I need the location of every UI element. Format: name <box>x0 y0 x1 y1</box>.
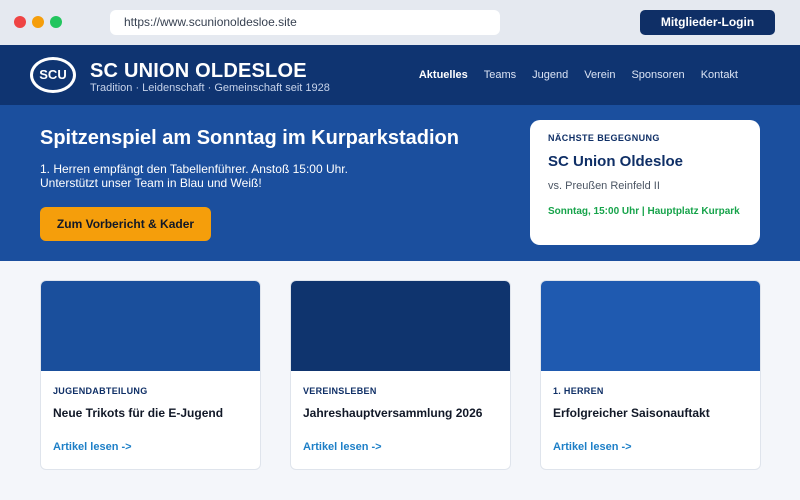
member-login-button[interactable]: Mitglieder-Login <box>640 10 775 35</box>
home-team: SC Union Oldesloe <box>548 153 684 170</box>
preview-squad-button[interactable]: Zum Vorbericht & Kader <box>40 207 211 241</box>
nav-item-jugend[interactable]: Jugend <box>532 69 568 81</box>
hero-banner: Spitzenspiel am Sonntag im Kurparkstadio… <box>0 105 800 261</box>
nav-item-aktuelles[interactable]: Aktuelles <box>419 69 468 81</box>
nav-item-teams[interactable]: Teams <box>484 69 516 81</box>
article-title[interactable]: Erfolgreicher Saisonauftakt <box>553 406 710 420</box>
match-time-venue: Sonntag, 15:00 Uhr | Hauptplatz Kurpark <box>548 206 740 217</box>
nav-item-sponsoren[interactable]: Sponsoren <box>631 69 684 81</box>
article-image <box>41 281 260 371</box>
article-category: VEREINSLEBEN <box>303 386 377 396</box>
next-match-label: NÄCHSTE BEGEGNUNG <box>548 133 660 143</box>
minimize-window-dot[interactable] <box>32 16 44 28</box>
read-article-link[interactable]: Artikel lesen -> <box>303 441 382 453</box>
article-image <box>291 281 510 371</box>
article-card: JUGENDABTEILUNG Neue Trikots für die E-J… <box>40 280 261 470</box>
next-match-card: NÄCHSTE BEGEGNUNG SC Union Oldesloe vs. … <box>530 120 760 245</box>
club-name: SC UNION OLDESLOE <box>90 60 307 82</box>
hero-text-line: 1. Herren empfängt den Tabellenführer. A… <box>40 162 348 176</box>
article-category: JUGENDABTEILUNG <box>53 386 148 396</box>
club-tagline: Tradition · Leidenschaft · Gemeinschaft … <box>90 82 330 94</box>
url-bar[interactable]: https://www.scunionoldesloe.site <box>110 10 500 35</box>
browser-chrome: https://www.scunionoldesloe.site Mitglie… <box>0 0 800 45</box>
read-article-link[interactable]: Artikel lesen -> <box>553 441 632 453</box>
site-header: SCU SC UNION OLDESLOE Tradition · Leiden… <box>0 45 800 105</box>
hero-text-line: Unterstützt unser Team in Blau und Weiß! <box>40 176 262 190</box>
article-title[interactable]: Neue Trikots für die E-Jugend <box>53 406 223 420</box>
main-nav: Aktuelles Teams Jugend Verein Sponsoren … <box>419 69 738 81</box>
club-logo[interactable]: SCU <box>30 57 76 93</box>
article-card: VEREINSLEBEN Jahreshauptversammlung 2026… <box>290 280 511 470</box>
hero-title: Spitzenspiel am Sonntag im Kurparkstadio… <box>40 127 459 149</box>
nav-item-verein[interactable]: Verein <box>584 69 615 81</box>
away-team: vs. Preußen Reinfeld II <box>548 180 660 192</box>
article-image <box>541 281 760 371</box>
hero-text: 1. Herren empfängt den Tabellenführer. A… <box>40 162 348 190</box>
maximize-window-dot[interactable] <box>50 16 62 28</box>
close-window-dot[interactable] <box>14 16 26 28</box>
nav-item-kontakt[interactable]: Kontakt <box>701 69 738 81</box>
article-card: 1. HERREN Erfolgreicher Saisonauftakt Ar… <box>540 280 761 470</box>
article-title[interactable]: Jahreshauptversammlung 2026 <box>303 406 482 420</box>
article-category: 1. HERREN <box>553 386 604 396</box>
read-article-link[interactable]: Artikel lesen -> <box>53 441 132 453</box>
